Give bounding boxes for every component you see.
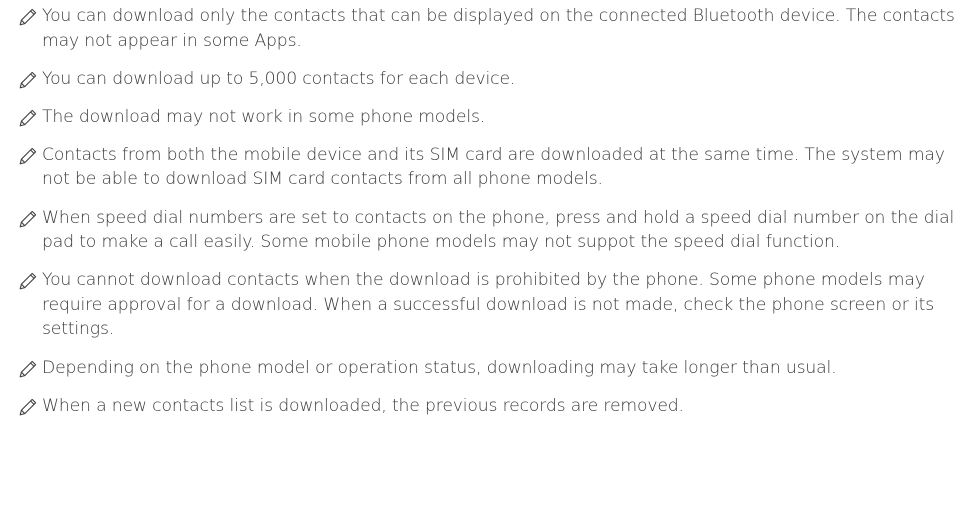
pencil-icon <box>18 7 38 27</box>
note-text: When a new contacts list is downloaded, … <box>42 395 684 416</box>
note-item: Depending on the phone model or operatio… <box>18 356 958 381</box>
note-text: You can download only the contacts that … <box>42 6 955 51</box>
note-item: When speed dial numbers are set to conta… <box>18 206 958 255</box>
note-text: You can download up to 5,000 contacts fo… <box>42 68 516 89</box>
pencil-icon <box>18 70 38 90</box>
pencil-icon <box>18 397 38 417</box>
note-text: When speed dial numbers are set to conta… <box>42 207 955 253</box>
note-text: The download may not work in some phone … <box>42 106 486 127</box>
note-item: When a new contacts list is downloaded, … <box>18 394 958 419</box>
note-item: The download may not work in some phone … <box>18 105 958 130</box>
note-text: Contacts from both the mobile device and… <box>42 144 945 190</box>
note-text: Depending on the phone model or operatio… <box>42 357 837 378</box>
pencil-icon <box>18 271 38 291</box>
pencil-icon <box>18 359 38 379</box>
pencil-icon <box>18 146 38 166</box>
note-item: You can download up to 5,000 contacts fo… <box>18 67 958 92</box>
pencil-icon <box>18 108 38 128</box>
note-item: You cannot download contacts when the do… <box>18 268 958 342</box>
pencil-icon <box>18 209 38 229</box>
note-item: Contacts from both the mobile device and… <box>18 143 958 192</box>
notes-list: You can download only the contacts that … <box>18 4 958 418</box>
note-item: You can download only the contacts that … <box>18 4 958 53</box>
note-text: You cannot download contacts when the do… <box>42 270 935 340</box>
